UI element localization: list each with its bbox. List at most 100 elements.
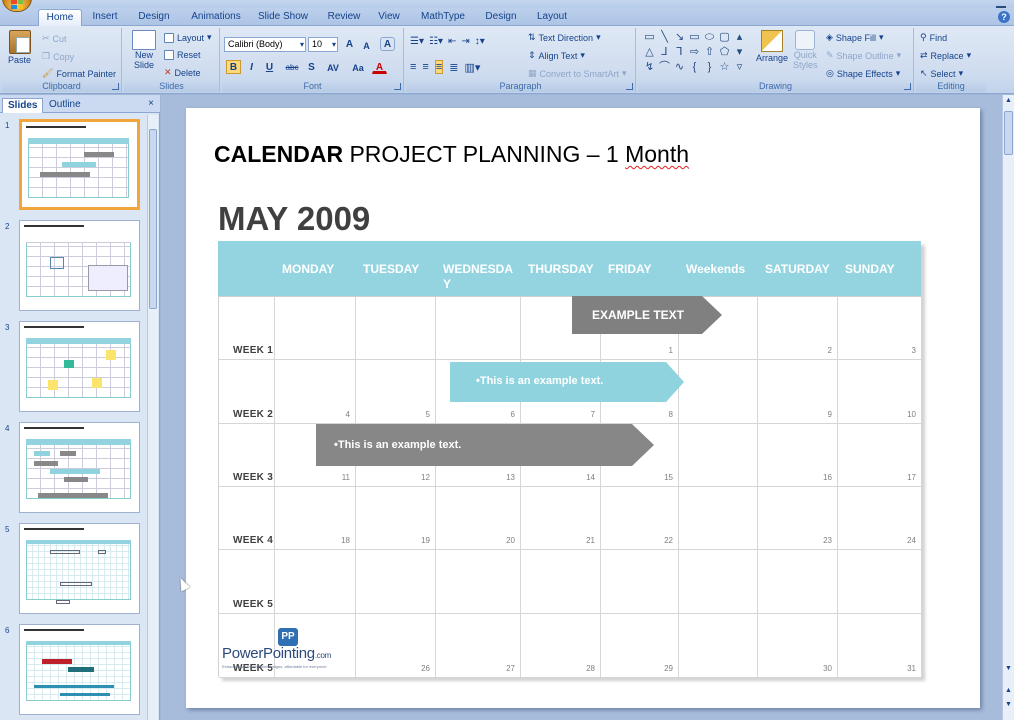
numbering-icon[interactable]: ☷▾ bbox=[429, 36, 443, 47]
slide-thumbnail-3[interactable]: 3 bbox=[0, 321, 146, 413]
slide-thumbnail-6[interactable]: 6 bbox=[0, 624, 146, 716]
shrink-font-button[interactable]: A bbox=[359, 38, 374, 52]
example-text-arrow-cyan[interactable]: •This is an example text. bbox=[450, 362, 684, 402]
tab-table-layout[interactable]: Layout bbox=[532, 9, 572, 26]
font-size-combo[interactable]: 10 bbox=[308, 37, 338, 52]
layout-button[interactable]: Layout ▾ bbox=[164, 32, 212, 43]
tab-design[interactable]: Design bbox=[132, 9, 176, 26]
freeform-shape-icon[interactable]: ⌒ bbox=[657, 60, 672, 75]
curve-shape-icon[interactable]: ↯ bbox=[642, 60, 657, 75]
replace-button[interactable]: ⇄ Replace ▾ bbox=[920, 50, 971, 61]
workspace-scroll-thumb[interactable] bbox=[1004, 111, 1013, 155]
connector-shape-icon[interactable]: ⅂ bbox=[672, 45, 687, 60]
help-icon[interactable]: ? bbox=[998, 11, 1010, 23]
reset-button[interactable]: Reset bbox=[164, 50, 201, 60]
shadow-button[interactable]: S bbox=[304, 60, 319, 74]
align-right-icon[interactable]: ≡ bbox=[434, 60, 444, 74]
slide-thumbnail-4[interactable]: 4 bbox=[0, 422, 146, 514]
tab-slide-show[interactable]: Slide Show bbox=[254, 9, 312, 26]
italic-button[interactable]: I bbox=[244, 60, 259, 74]
star-shape-icon[interactable]: ☆ bbox=[717, 60, 732, 75]
font-color-button[interactable]: A bbox=[372, 60, 387, 74]
slide-thumbnail-2[interactable]: 2 bbox=[0, 220, 146, 312]
tab-animations[interactable]: Animations bbox=[186, 9, 246, 26]
gallery-up-icon[interactable]: ▴ bbox=[732, 30, 747, 45]
workspace-scrollbar[interactable]: ▲ ▼ ▲ ▼ bbox=[1002, 95, 1014, 720]
text-direction-button[interactable]: ⇅ Text Direction ▾ bbox=[528, 32, 601, 43]
new-slide-button[interactable]: New Slide bbox=[132, 30, 156, 70]
font-name-combo[interactable]: Calibri (Body) bbox=[224, 37, 306, 52]
gallery-down-icon[interactable]: ▾ bbox=[732, 45, 747, 60]
gallery-more-icon[interactable]: ▿ bbox=[732, 60, 747, 75]
shape-effects-button[interactable]: ◎ Shape Effects ▾ bbox=[826, 68, 900, 79]
textbox-shape-icon[interactable]: ▭ bbox=[642, 30, 657, 45]
triangle-shape-icon[interactable]: △ bbox=[642, 45, 657, 60]
delete-button[interactable]: ✕ Delete bbox=[164, 67, 201, 78]
rectangle-shape-icon[interactable]: ▭ bbox=[687, 30, 702, 45]
align-center-icon[interactable]: ≡ bbox=[422, 61, 428, 73]
scroll-up-icon[interactable]: ▲ bbox=[1005, 97, 1012, 104]
oval-shape-icon[interactable]: ⬭ bbox=[702, 30, 717, 45]
tab-home[interactable]: Home bbox=[38, 9, 82, 26]
slide-title[interactable]: CALENDAR PROJECT PLANNING – 1 Month bbox=[214, 141, 689, 168]
shapes-gallery[interactable]: ▭ ╲ ↘ ▭ ⬭ ▢ ▴ △ ⅃ ⅂ ⇨ ⇧ ⬠ ▾ ↯ ⌒ ∿{} ☆ ▿ bbox=[642, 30, 754, 74]
arrange-button[interactable]: Arrange bbox=[756, 30, 788, 63]
rounded-rect-shape-icon[interactable]: ▢ bbox=[717, 30, 732, 45]
tab-slides[interactable]: Slides bbox=[2, 98, 44, 113]
panel-scroll-thumb[interactable] bbox=[149, 129, 157, 309]
quick-styles-button[interactable]: Quick Styles bbox=[793, 30, 818, 70]
clear-formatting-button[interactable]: A bbox=[380, 37, 395, 51]
up-arrow-shape-icon[interactable]: ⇧ bbox=[702, 45, 717, 60]
cut-button[interactable]: ✂ Cut bbox=[42, 33, 67, 44]
shape-fill-button[interactable]: ◈ Shape Fill ▾ bbox=[826, 32, 883, 43]
next-slide-icon[interactable]: ▼ bbox=[1005, 701, 1012, 708]
tab-insert[interactable]: Insert bbox=[86, 9, 124, 26]
increase-indent-icon[interactable]: ⇥ bbox=[461, 36, 469, 47]
shape-outline-button[interactable]: ✎ Shape Outline ▾ bbox=[826, 50, 901, 61]
find-button[interactable]: ⚲ Find bbox=[920, 32, 947, 43]
tab-review[interactable]: Review bbox=[322, 9, 366, 26]
tab-mathtype[interactable]: MathType bbox=[418, 9, 468, 26]
slide-thumbnail-5[interactable]: 5 bbox=[0, 523, 146, 615]
close-panel-icon[interactable]: × bbox=[148, 98, 154, 109]
tab-outline[interactable]: Outline bbox=[44, 98, 86, 113]
paste-button[interactable]: Paste bbox=[8, 30, 31, 65]
clipboard-launcher-icon[interactable] bbox=[112, 83, 119, 90]
align-left-icon[interactable]: ≡ bbox=[410, 61, 416, 73]
brace-left-shape-icon[interactable]: { bbox=[687, 60, 702, 75]
copy-button[interactable]: ❐ Copy bbox=[42, 51, 74, 62]
previous-slide-icon[interactable]: ▲ bbox=[1005, 687, 1012, 694]
line-spacing-icon[interactable]: ↕▾ bbox=[475, 36, 485, 47]
pentagon-shape-icon[interactable]: ⬠ bbox=[717, 45, 732, 60]
example-text-arrow[interactable]: EXAMPLE TEXT bbox=[572, 296, 722, 334]
format-painter-button[interactable]: 🖌 Format Painter bbox=[42, 68, 116, 79]
convert-smartart-button[interactable]: ▦ Convert to SmartArt ▾ bbox=[528, 68, 627, 79]
strikethrough-button[interactable]: abc bbox=[282, 60, 302, 74]
justify-icon[interactable]: ≣ bbox=[449, 61, 458, 74]
align-text-button[interactable]: ⇕ Align Text ▾ bbox=[528, 50, 585, 61]
underline-button[interactable]: U bbox=[262, 60, 277, 74]
character-spacing-button[interactable]: AV bbox=[322, 60, 344, 74]
elbow-shape-icon[interactable]: ⅃ bbox=[657, 45, 672, 60]
change-case-button[interactable]: Aa bbox=[348, 60, 368, 74]
month-label[interactable]: MAY 2009 bbox=[218, 200, 370, 238]
font-launcher-icon[interactable] bbox=[394, 83, 401, 90]
tab-view[interactable]: View bbox=[372, 9, 406, 26]
arrow-line-shape-icon[interactable]: ↘ bbox=[672, 30, 687, 45]
scroll-down-icon[interactable]: ▼ bbox=[1005, 665, 1012, 672]
tab-table-design[interactable]: Design bbox=[482, 9, 520, 26]
slide-thumbnail-1[interactable]: 1 bbox=[0, 119, 146, 211]
drawing-launcher-icon[interactable] bbox=[904, 83, 911, 90]
bullets-icon[interactable]: ☰▾ bbox=[410, 36, 424, 47]
line-shape-icon[interactable]: ╲ bbox=[657, 30, 672, 45]
example-text-arrow-gray-long[interactable]: •This is an example text. bbox=[316, 424, 654, 466]
grow-font-button[interactable]: A bbox=[342, 37, 357, 51]
bold-button[interactable]: B bbox=[226, 60, 241, 74]
brace-right-shape-icon[interactable]: } bbox=[702, 60, 717, 75]
right-arrow-shape-icon[interactable]: ⇨ bbox=[687, 45, 702, 60]
select-button[interactable]: ↖ Select ▾ bbox=[920, 68, 963, 79]
paragraph-launcher-icon[interactable] bbox=[626, 83, 633, 90]
slide-canvas[interactable]: CALENDAR PROJECT PLANNING – 1 Month MAY … bbox=[186, 108, 980, 708]
window-minimize-icon[interactable] bbox=[996, 0, 1006, 8]
decrease-indent-icon[interactable]: ⇤ bbox=[448, 36, 456, 47]
